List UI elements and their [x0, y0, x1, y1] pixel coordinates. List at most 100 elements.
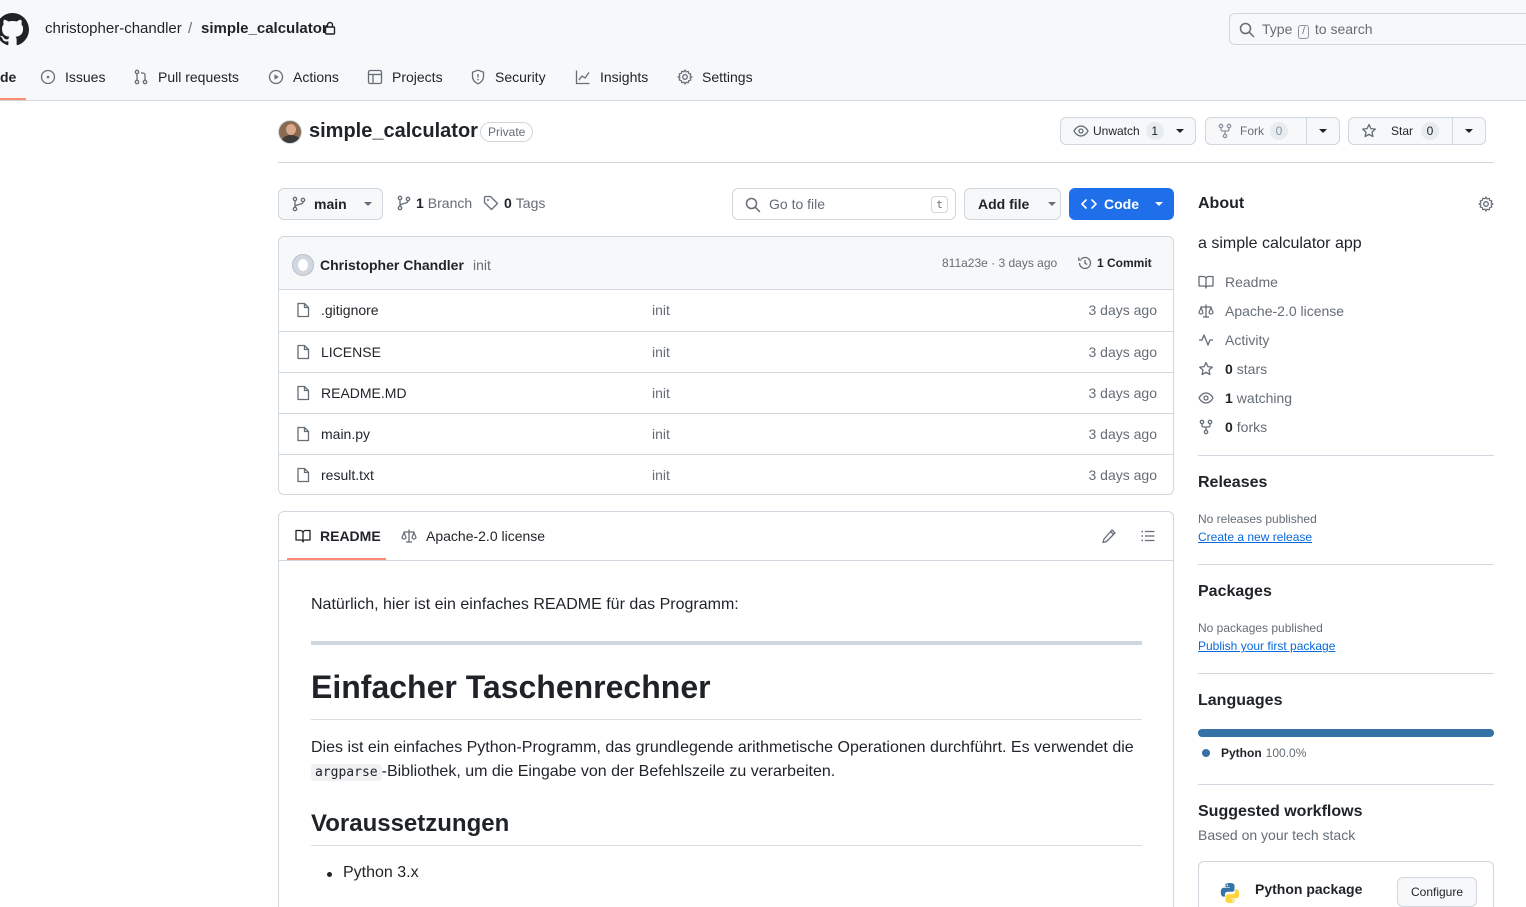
sidebar-divider — [1198, 564, 1494, 565]
file-commit-message[interactable]: init — [652, 426, 670, 442]
tab-projects-label: Projects — [392, 69, 443, 85]
tab-security[interactable]: Security — [470, 65, 546, 89]
readme-h2: Voraussetzungen — [311, 810, 510, 837]
search-icon — [1239, 22, 1255, 38]
tab-readme-label: README — [320, 528, 381, 544]
file-row[interactable]: result.txt init 3 days ago — [279, 454, 1173, 494]
caret-down-icon — [1048, 202, 1057, 206]
commit-hash-time[interactable]: 811a23e · 3 days ago — [942, 256, 1057, 270]
list-outline-icon[interactable] — [1140, 528, 1156, 544]
pulse-icon — [1199, 334, 1213, 346]
sidebar-item-activity[interactable]: Activity — [1198, 332, 1269, 348]
file-commit-message[interactable]: init — [652, 344, 670, 360]
tab-readme[interactable]: README — [295, 528, 381, 544]
star-button[interactable]: Star 0 — [1348, 117, 1453, 145]
breadcrumb-repo[interactable]: simple_calculator — [201, 20, 328, 37]
file-commit-message[interactable]: init — [652, 385, 670, 401]
sidebar-item-stars[interactable]: 0 stars — [1198, 361, 1267, 377]
visibility-badge: Private — [480, 122, 534, 142]
play-icon — [268, 69, 284, 85]
file-icon — [297, 426, 310, 442]
search-shortcut-key: / — [1298, 25, 1310, 39]
repo-title[interactable]: simple_calculator — [309, 120, 478, 143]
code-icon — [1081, 199, 1097, 209]
tab-projects[interactable]: Projects — [367, 65, 443, 89]
go-to-file-input[interactable]: Go to file t — [732, 188, 956, 220]
tags-link[interactable]: 0 Tags — [483, 195, 545, 211]
create-release-link[interactable]: Create a new release — [1198, 530, 1312, 544]
tab-settings[interactable]: Settings — [677, 65, 753, 89]
fork-button[interactable]: Fork 0 — [1205, 117, 1307, 145]
tab-insights[interactable]: Insights — [575, 65, 648, 89]
file-name[interactable]: .gitignore — [321, 302, 379, 318]
file-row[interactable]: main.py init 3 days ago — [279, 413, 1173, 454]
caret-down-icon — [1319, 129, 1327, 133]
file-commit-message[interactable]: init — [652, 302, 670, 318]
commit-message[interactable]: init — [473, 257, 491, 273]
releases-heading[interactable]: Releases — [1198, 474, 1267, 492]
fork-icon — [1218, 123, 1232, 139]
star-dropdown-button[interactable] — [1452, 117, 1486, 145]
branch-selector[interactable]: main — [278, 188, 383, 220]
sidebar-item-license[interactable]: Apache-2.0 license — [1198, 303, 1344, 319]
workflow-card: Python package Configure — [1198, 861, 1494, 907]
breadcrumb-separator: / — [188, 20, 193, 37]
tab-license[interactable]: Apache-2.0 license — [401, 528, 545, 544]
caret-down-icon — [363, 202, 372, 206]
sidebar-item-forks[interactable]: 0 forks — [1198, 419, 1267, 435]
github-logo-icon[interactable] — [0, 13, 29, 46]
sidebar-item-label: Apache-2.0 license — [1225, 303, 1345, 319]
branch-icon — [397, 195, 411, 211]
file-name[interactable]: README.MD — [321, 385, 407, 401]
unwatch-label: Unwatch — [1093, 124, 1140, 138]
owner-avatar[interactable] — [278, 120, 302, 144]
file-row[interactable]: README.MD init 3 days ago — [279, 372, 1173, 413]
file-name[interactable]: result.txt — [321, 467, 374, 483]
sidebar-item-count: 0 — [1225, 361, 1233, 377]
shield-icon — [471, 69, 485, 85]
file-icon — [297, 302, 310, 318]
file-date: 3 days ago — [1088, 467, 1158, 483]
configure-workflow-button[interactable]: Configure — [1397, 877, 1477, 907]
tab-code[interactable]: de — [0, 65, 16, 89]
pencil-icon[interactable] — [1101, 528, 1117, 544]
commit-author[interactable]: Christopher Chandler — [320, 257, 464, 273]
tab-actions[interactable]: Actions — [268, 65, 339, 89]
sidebar-item-readme[interactable]: Readme — [1198, 274, 1278, 290]
sidebar-item-label: watching — [1236, 390, 1293, 406]
add-file-button[interactable]: Add file — [964, 188, 1061, 220]
gear-icon[interactable] — [1478, 196, 1494, 212]
packages-empty-text: No packages published — [1198, 621, 1323, 635]
unwatch-button[interactable]: Unwatch 1 — [1060, 117, 1172, 145]
watch-dropdown-button[interactable] — [1165, 117, 1196, 145]
packages-heading[interactable]: Packages — [1198, 583, 1272, 601]
tab-issues[interactable]: Issues — [40, 65, 105, 89]
history-icon — [1078, 256, 1092, 270]
code-button[interactable]: Code — [1069, 188, 1174, 220]
file-row[interactable]: LICENSE init 3 days ago — [279, 331, 1173, 372]
tab-pull-requests[interactable]: Pull requests — [133, 65, 239, 89]
code-button-label: Code — [1104, 196, 1139, 212]
watch-count: 1 — [1145, 122, 1164, 140]
commits-link[interactable]: 1 Commit — [1077, 255, 1152, 271]
publish-package-link[interactable]: Publish your first package — [1198, 639, 1335, 653]
readme-h1: Einfacher Taschenrechner — [311, 669, 711, 705]
releases-empty-text: No releases published — [1198, 512, 1317, 526]
commit-author-avatar[interactable] — [292, 254, 314, 276]
language-item-python[interactable]: Python 100.0% — [1202, 746, 1306, 760]
file-row[interactable]: .gitignore init 3 days ago — [279, 290, 1173, 331]
language-name: Python — [1221, 746, 1262, 760]
graph-icon — [575, 70, 590, 85]
file-name[interactable]: main.py — [321, 426, 370, 442]
file-commit-message[interactable]: init — [652, 467, 670, 483]
readme-intro: Natürlich, hier ist ein einfaches README… — [311, 596, 739, 613]
breadcrumb-owner[interactable]: christopher-chandler — [45, 20, 182, 37]
sidebar-item-watching[interactable]: 1 watching — [1198, 390, 1292, 406]
file-icon — [297, 385, 310, 401]
book-icon — [1198, 275, 1214, 289]
readme-panel: README Apache-2.0 license Natürlich, hie… — [278, 511, 1174, 907]
file-name[interactable]: LICENSE — [321, 344, 381, 360]
branches-link[interactable]: 1 Branch — [397, 195, 472, 211]
global-search-input[interactable]: Type / to search — [1229, 13, 1526, 45]
fork-dropdown-button[interactable] — [1306, 117, 1340, 145]
